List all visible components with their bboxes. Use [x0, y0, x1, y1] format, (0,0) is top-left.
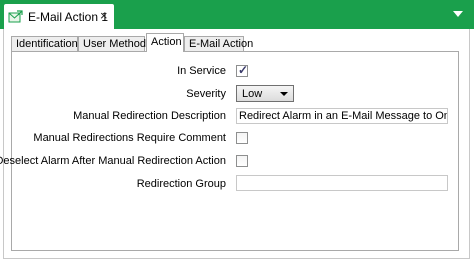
severity-label: Severity [186, 88, 226, 100]
tab-user-methods[interactable]: User Methods [78, 36, 151, 52]
checkmark-icon: ✓ [238, 63, 249, 77]
tab-action[interactable]: Action [146, 33, 184, 52]
document-tab-bar: E-Mail Action 1 × [0, 0, 474, 30]
tab-label: E-Mail Action [189, 38, 254, 50]
chevron-down-icon[interactable] [453, 11, 463, 17]
tab-label: User Methods [83, 38, 152, 50]
email-action-icon [8, 10, 23, 23]
in-service-checkbox[interactable]: ✓ [236, 63, 249, 77]
tab-label: Action [151, 36, 182, 48]
tab-email-action[interactable]: E-Mail Action [184, 36, 253, 52]
tab-identification[interactable]: Identification [11, 36, 78, 52]
manual-redirection-description-value: Redirect Alarm in an E-Mail Message to O… [239, 110, 447, 122]
document-tab-title: E-Mail Action 1 [28, 10, 109, 24]
redirection-group-input[interactable] [236, 175, 448, 191]
action-tab-content [11, 51, 459, 251]
manual-redirection-description-input[interactable]: Redirect Alarm in an E-Mail Message to O… [236, 108, 448, 124]
manual-redirection-description-label: Manual Redirection Description [73, 110, 226, 122]
in-service-label: In Service [177, 65, 226, 77]
severity-value: Low [242, 88, 263, 100]
deselect-alarm-checkbox[interactable] [236, 155, 248, 167]
tab-label: Identification [16, 38, 78, 50]
document-tab[interactable]: E-Mail Action 1 × [4, 4, 114, 30]
severity-select[interactable]: Low [236, 85, 294, 102]
deselect-alarm-label: Deselect Alarm After Manual Redirection … [0, 155, 226, 167]
close-icon[interactable]: × [100, 9, 108, 23]
dropdown-arrow-icon [280, 92, 288, 96]
redirection-group-label: Redirection Group [136, 178, 226, 190]
require-comment-checkbox[interactable] [236, 132, 248, 144]
require-comment-label: Manual Redirections Require Comment [33, 132, 226, 144]
